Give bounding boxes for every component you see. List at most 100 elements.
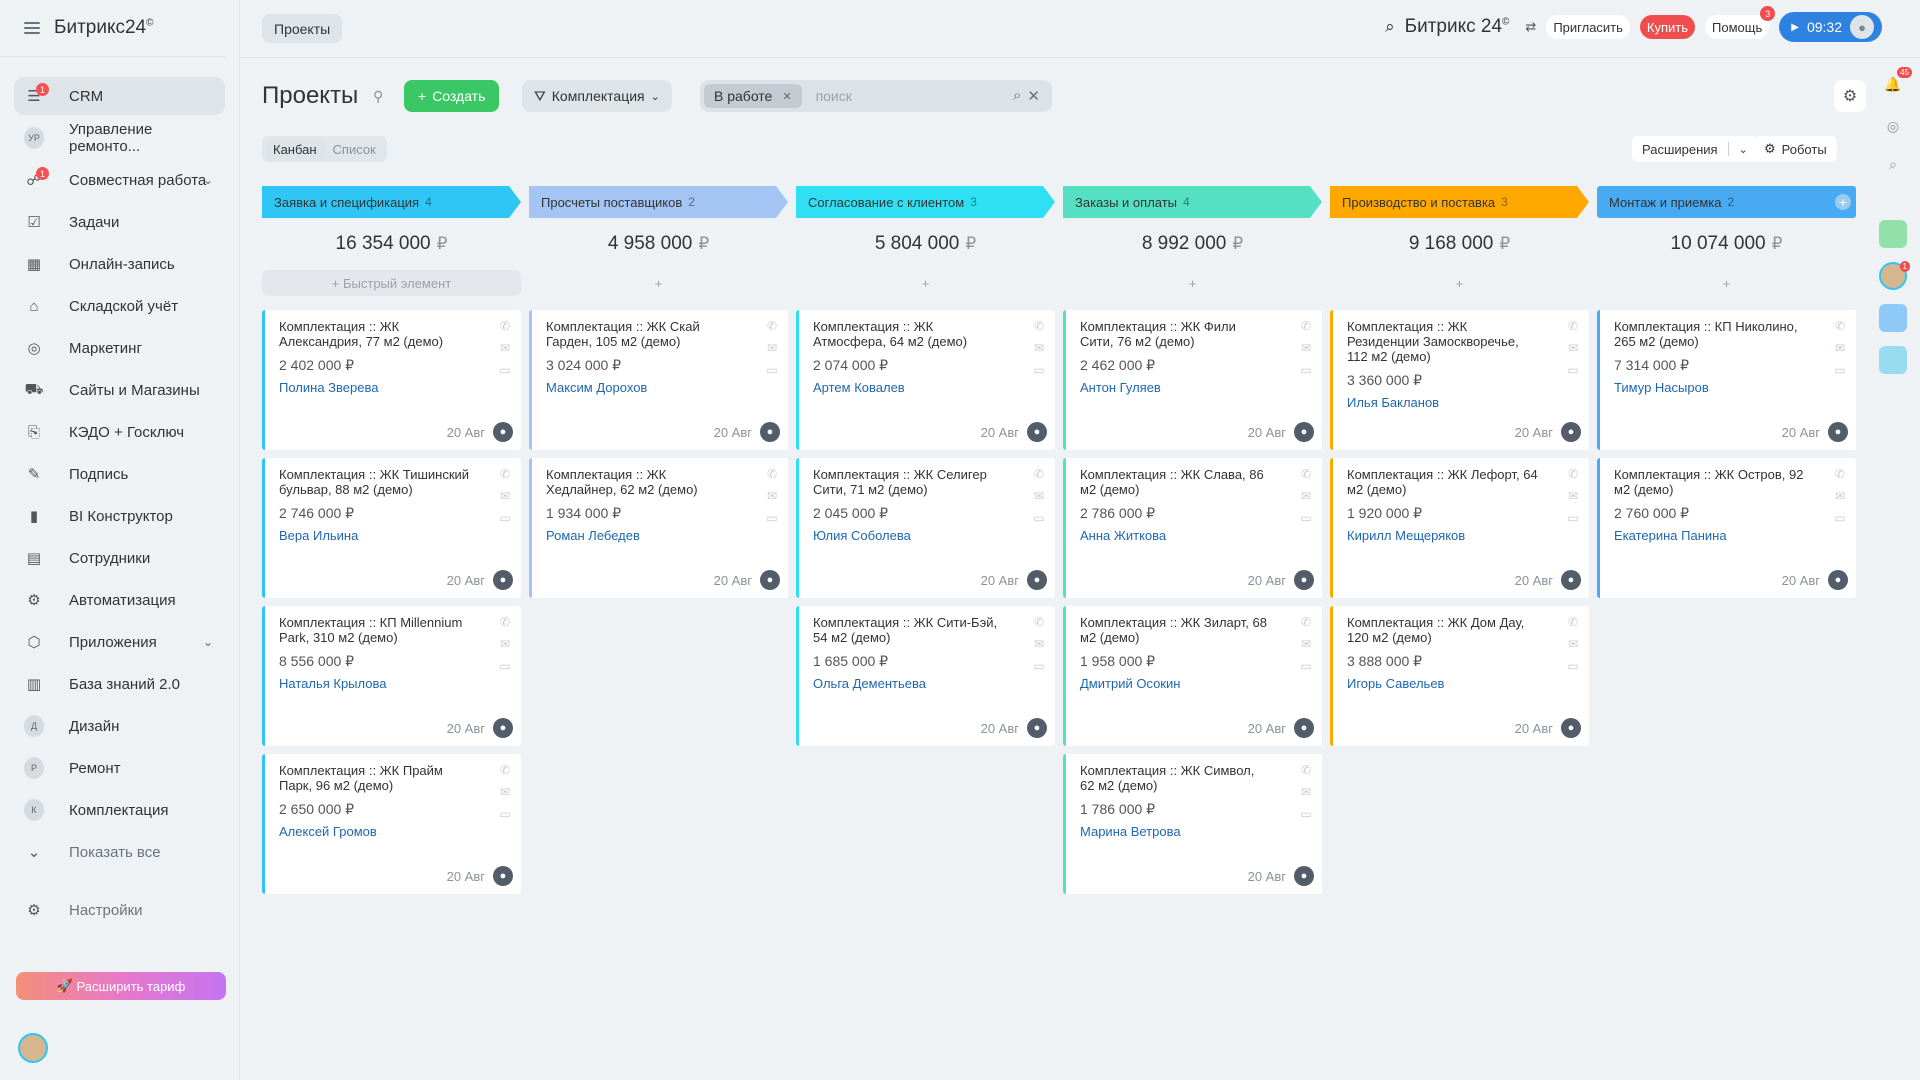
- deal-manager-link[interactable]: Анна Житкова: [1080, 528, 1272, 543]
- phone-icon[interactable]: ✆: [1301, 762, 1311, 778]
- deal-manager-link[interactable]: Вера Ильина: [279, 528, 471, 543]
- deal-card[interactable]: Комплектация :: ЖК Символ, 62 м2 (демо) …: [1063, 754, 1322, 894]
- sidebar-item-booking[interactable]: ▦ Онлайн-запись: [14, 245, 225, 283]
- deal-title[interactable]: Комплектация :: ЖК Прайм Парк, 96 м2 (де…: [279, 763, 471, 793]
- sidebar-item-apps[interactable]: ⬡ Приложения ⌄: [14, 623, 225, 661]
- mail-icon[interactable]: ✉: [1034, 488, 1044, 504]
- add-stage-icon[interactable]: +: [1835, 194, 1851, 210]
- mail-icon[interactable]: ✉: [1568, 488, 1578, 504]
- settings-sliders-icon[interactable]: ⇄: [1525, 19, 1536, 35]
- deal-manager-link[interactable]: Максим Дорохов: [546, 380, 738, 395]
- chevron-down-icon[interactable]: ⌄: [203, 635, 213, 649]
- deal-title[interactable]: Комплектация :: ЖК Остров, 92 м2 (демо): [1614, 467, 1806, 497]
- bell-icon[interactable]: 🔔 45: [1879, 67, 1912, 98]
- chat-icon[interactable]: ▭: [499, 658, 510, 674]
- deal-card[interactable]: Комплектация :: ЖК Слава, 86 м2 (демо) 2…: [1063, 458, 1322, 598]
- sidebar-item-settings[interactable]: ⚙ Настройки: [14, 891, 225, 929]
- sidebar-item-bi[interactable]: ▮ BI Конструктор: [14, 497, 225, 535]
- phone-icon[interactable]: ✆: [500, 318, 510, 334]
- phone-icon[interactable]: ✆: [1301, 318, 1311, 334]
- quick-add-button[interactable]: +: [1063, 270, 1322, 296]
- deal-card[interactable]: Комплектация :: ЖК Фили Сити, 76 м2 (дем…: [1063, 310, 1322, 450]
- deal-manager-link[interactable]: Юлия Соболева: [813, 528, 1005, 543]
- phone-icon[interactable]: ✆: [1568, 318, 1578, 334]
- phone-icon[interactable]: ✆: [1034, 466, 1044, 482]
- phone-icon[interactable]: ✆: [500, 762, 510, 778]
- deal-card[interactable]: Комплектация :: ЖК Селигер Сити, 71 м2 (…: [796, 458, 1055, 598]
- robots-button[interactable]: ⚙ Роботы: [1754, 136, 1837, 162]
- quick-add-button[interactable]: +: [1597, 270, 1856, 296]
- deal-title[interactable]: Комплектация :: ЖК Хедлайнер, 62 м2 (дем…: [546, 467, 738, 497]
- deal-card[interactable]: Комплектация :: ЖК Резиденции Замоскворе…: [1330, 310, 1589, 450]
- help-button[interactable]: Помощь 3: [1705, 6, 1776, 39]
- stage-header[interactable]: Согласование с клиентом 3: [796, 186, 1055, 218]
- chat-icon[interactable]: ▭: [1300, 362, 1311, 378]
- phone-icon[interactable]: ✆: [500, 466, 510, 482]
- deal-card[interactable]: Комплектация :: ЖК Дом Дау, 120 м2 (демо…: [1330, 606, 1589, 746]
- deal-title[interactable]: Комплектация :: ЖК Селигер Сити, 71 м2 (…: [813, 467, 1005, 497]
- quick-add-button[interactable]: +: [529, 270, 788, 296]
- deal-title[interactable]: Комплектация :: ЖК Александрия, 77 м2 (д…: [279, 319, 471, 349]
- bookmark-icon[interactable]: [1879, 304, 1907, 332]
- deal-manager-link[interactable]: Артем Ковалев: [813, 380, 1005, 395]
- deal-title[interactable]: Комплектация :: ЖК Тишинский бульвар, 88…: [279, 467, 471, 497]
- create-button[interactable]: + Создать: [404, 80, 500, 112]
- chat-icon[interactable]: ▭: [1033, 658, 1044, 674]
- deal-title[interactable]: Комплектация :: ЖК Скай Гарден, 105 м2 (…: [546, 319, 738, 349]
- deal-title[interactable]: Комплектация :: ЖК Сити-Бэй, 54 м2 (демо…: [813, 615, 1005, 645]
- user-icon[interactable]: ●: [1294, 422, 1314, 442]
- deal-card[interactable]: Комплектация :: ЖК Сити-Бэй, 54 м2 (демо…: [796, 606, 1055, 746]
- menu-burger-icon[interactable]: [24, 22, 40, 34]
- user-icon[interactable]: ●: [1027, 422, 1047, 442]
- chat-icon[interactable]: ▭: [1033, 510, 1044, 526]
- search-icon[interactable]: ⌕: [1013, 87, 1021, 105]
- invite-button[interactable]: Пригласить: [1546, 15, 1630, 39]
- mail-icon[interactable]: ✉: [500, 340, 510, 356]
- sidebar-item-komplekt[interactable]: К Комплектация: [14, 791, 225, 829]
- user-icon[interactable]: ●: [493, 422, 513, 442]
- sidebar-item-sites[interactable]: ⛟ Сайты и Магазины: [14, 371, 225, 409]
- deal-manager-link[interactable]: Роман Лебедев: [546, 528, 738, 543]
- deal-card[interactable]: Комплектация :: КП Millennium Park, 310 …: [262, 606, 521, 746]
- user-icon[interactable]: ●: [493, 570, 513, 590]
- quick-add-button[interactable]: +: [1330, 270, 1589, 296]
- phone-icon[interactable]: ✆: [1568, 466, 1578, 482]
- user-icon[interactable]: ●: [1027, 570, 1047, 590]
- sidebar-item-staff[interactable]: ▤ Сотрудники: [14, 539, 225, 577]
- phone-icon[interactable]: ✆: [500, 614, 510, 630]
- sidebar-item-show-all[interactable]: ⌄ Показать все: [14, 833, 225, 871]
- user-icon[interactable]: ●: [1027, 718, 1047, 738]
- chat-avatar[interactable]: 1: [1879, 261, 1910, 290]
- deal-manager-link[interactable]: Марина Ветрова: [1080, 824, 1272, 839]
- phone-icon[interactable]: ✆: [1301, 466, 1311, 482]
- phone-icon[interactable]: ✆: [767, 318, 777, 334]
- deal-manager-link[interactable]: Наталья Крылова: [279, 676, 471, 691]
- filter-search-bar[interactable]: В работе ✕ поиск ⌕ ✕: [700, 80, 1052, 112]
- mail-icon[interactable]: ✉: [1568, 340, 1578, 356]
- deal-manager-link[interactable]: Тимур Насыров: [1614, 380, 1806, 395]
- chat-icon[interactable]: ▭: [1300, 510, 1311, 526]
- deal-title[interactable]: Комплектация :: ЖК Дом Дау, 120 м2 (демо…: [1347, 615, 1539, 645]
- chat-icon[interactable]: ▭: [1834, 510, 1845, 526]
- sidebar-item-crm[interactable]: ☰ 1 CRM: [14, 77, 225, 115]
- notes-icon[interactable]: [1879, 220, 1907, 248]
- stage-header[interactable]: Заявка и спецификация 4: [262, 186, 521, 218]
- sidebar-item-automation[interactable]: ⚙ Автоматизация: [14, 581, 225, 619]
- deal-manager-link[interactable]: Антон Гуляев: [1080, 380, 1272, 395]
- user-icon[interactable]: ●: [1561, 570, 1581, 590]
- deal-card[interactable]: Комплектация :: ЖК Лефорт, 64 м2 (демо) …: [1330, 458, 1589, 598]
- deal-card[interactable]: Комплектация :: ЖК Прайм Парк, 96 м2 (де…: [262, 754, 521, 894]
- search-input[interactable]: поиск: [816, 88, 1013, 104]
- user-avatar[interactable]: [18, 1033, 48, 1063]
- mail-icon[interactable]: ✉: [500, 784, 510, 800]
- phone-icon[interactable]: ✆: [1034, 614, 1044, 630]
- chat-bubble-icon[interactable]: [1879, 346, 1907, 374]
- mail-icon[interactable]: ✉: [1034, 340, 1044, 356]
- deal-title[interactable]: Комплектация :: ЖК Лефорт, 64 м2 (демо): [1347, 467, 1539, 497]
- chat-icon[interactable]: ▭: [1300, 806, 1311, 822]
- profile-avatar-icon[interactable]: ●: [1850, 15, 1874, 39]
- worktime-button[interactable]: ▶ 09:32 ●: [1779, 12, 1882, 42]
- spiral-icon[interactable]: ◎: [1879, 112, 1907, 140]
- app-logo[interactable]: Битрикс24©: [54, 17, 154, 39]
- sidebar-item-remont[interactable]: Р Ремонт: [14, 749, 225, 787]
